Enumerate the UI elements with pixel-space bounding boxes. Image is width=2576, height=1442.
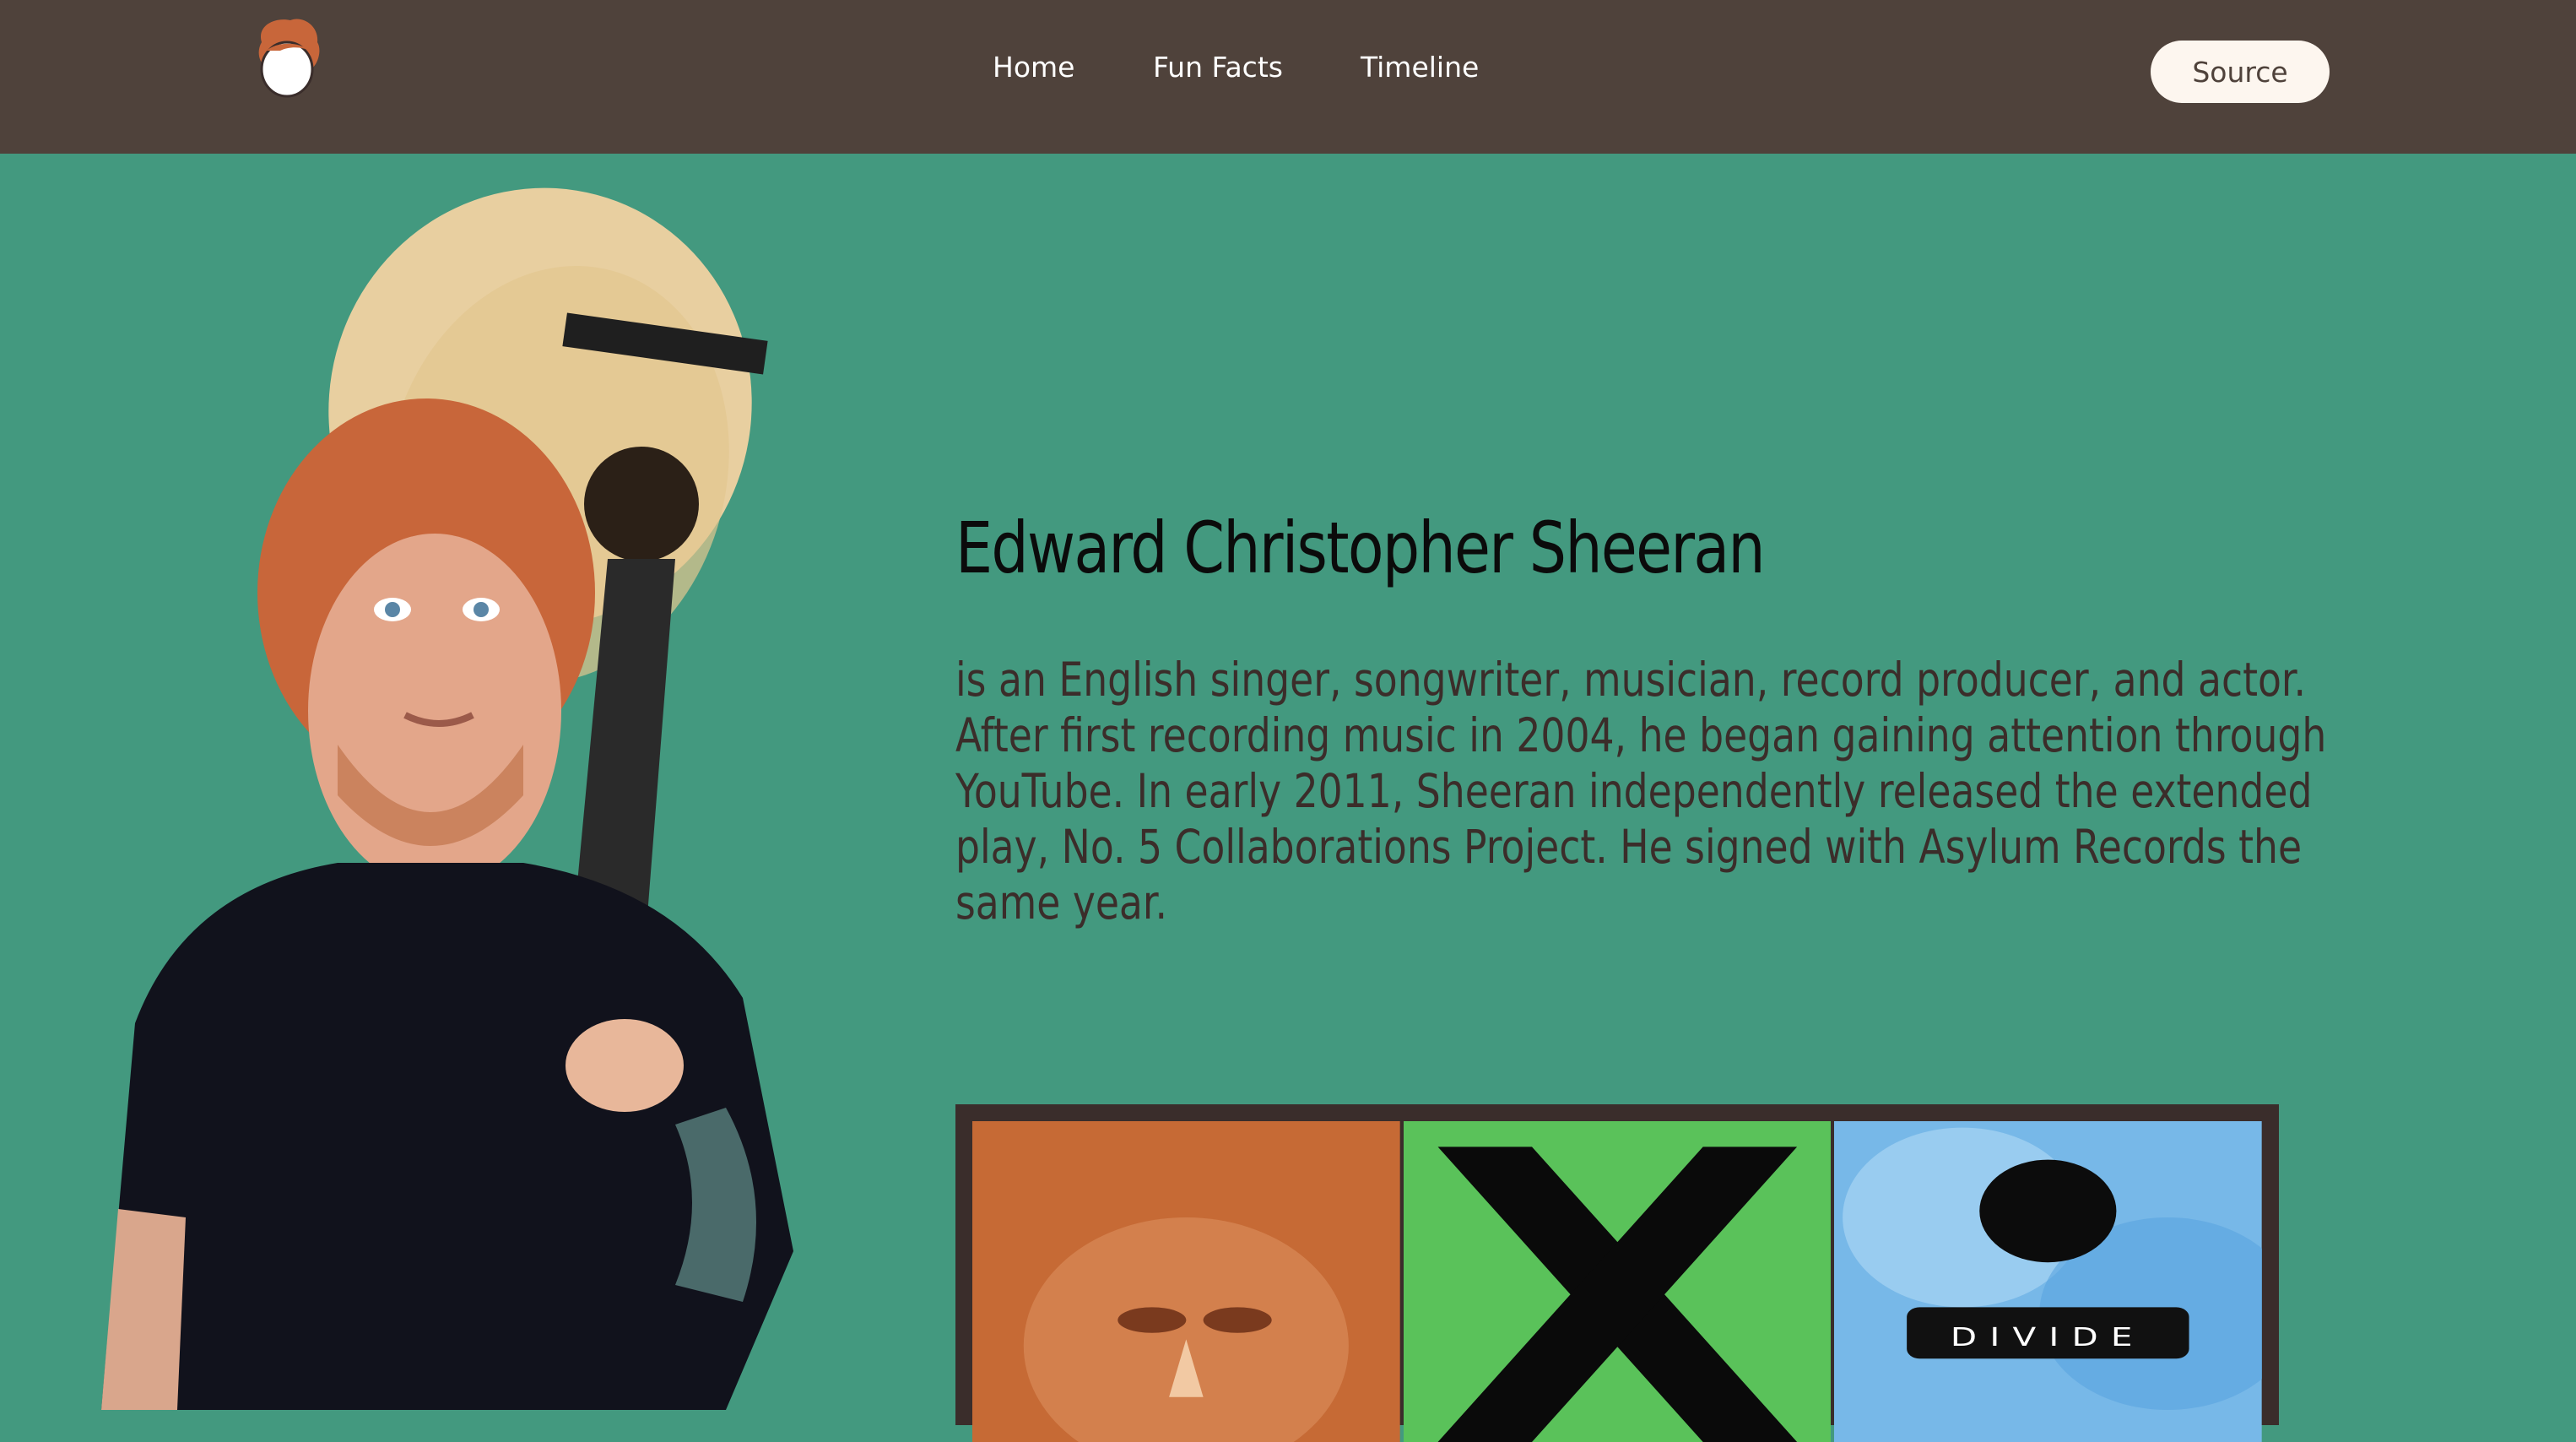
nav-timeline-link[interactable]: Timeline xyxy=(1361,51,1479,84)
nav-home-link[interactable]: Home xyxy=(993,51,1074,84)
hero-artist-image xyxy=(101,187,793,1410)
logo-icon[interactable] xyxy=(250,17,324,100)
nav-fun-facts-link[interactable]: Fun Facts xyxy=(1153,51,1283,84)
album-cover-divide[interactable]: DIVIDE xyxy=(1834,1121,2263,1442)
album-multiply-art xyxy=(1403,1121,1832,1442)
album-cover-multiply[interactable] xyxy=(1403,1121,1832,1442)
album-divide-label: DIVIDE xyxy=(1951,1323,2146,1353)
artist-bio-text: is an English singer, songwriter, musici… xyxy=(955,653,2327,930)
album-divide-art: DIVIDE xyxy=(1834,1121,2263,1442)
album-cover-plus[interactable] xyxy=(972,1121,1400,1442)
album-covers-strip: DIVIDE xyxy=(955,1104,2279,1442)
artist-name-heading: Edward Christopher Sheeran xyxy=(955,507,1766,589)
source-button[interactable]: Source xyxy=(2151,41,2330,103)
top-navbar: Home Fun Facts Timeline Source xyxy=(0,0,2576,154)
album-plus-art xyxy=(972,1121,1400,1442)
